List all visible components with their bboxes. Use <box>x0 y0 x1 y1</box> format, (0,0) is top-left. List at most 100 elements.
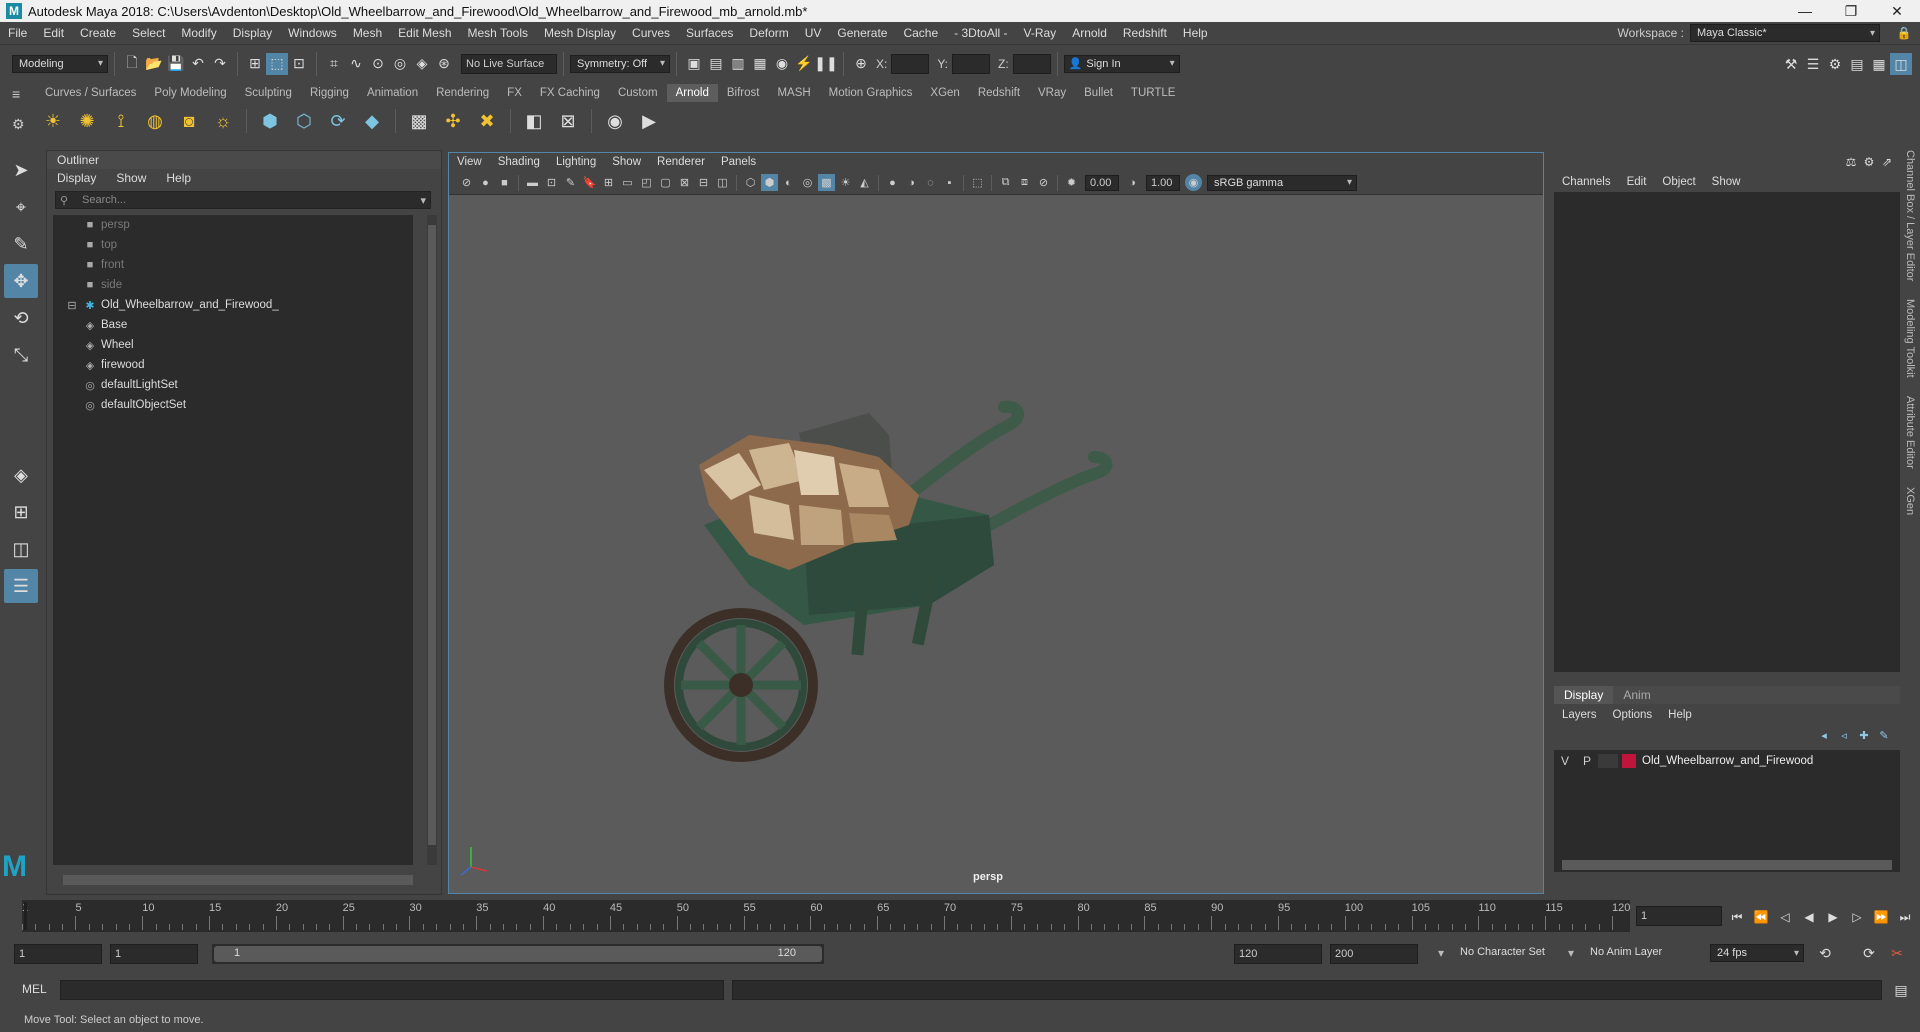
select-object-icon[interactable]: ⬚ <box>266 52 288 75</box>
xray-components-icon[interactable]: ⊘ <box>1035 174 1052 191</box>
channel-box-area[interactable] <box>1554 192 1900 672</box>
channel-menu-show[interactable]: Show <box>1704 176 1749 188</box>
photometric-light-icon[interactable]: ⟟ <box>107 107 135 135</box>
image-plane-icon[interactable]: ▬ <box>524 174 541 191</box>
menu-file[interactable]: File <box>0 26 35 40</box>
menu-select[interactable]: Select <box>124 26 173 40</box>
open-scene-icon[interactable]: 📂 <box>143 53 165 75</box>
scale-tool-icon[interactable]: ⤡ <box>4 338 38 372</box>
animation-end-field[interactable]: 200 <box>1330 944 1418 964</box>
menu-uv[interactable]: UV <box>797 26 830 40</box>
outliner-menu-help[interactable]: Help <box>156 171 201 185</box>
restore-button[interactable]: ❐ <box>1828 0 1874 22</box>
undo-icon[interactable]: ↶ <box>187 53 209 75</box>
outliner-item-firewood[interactable]: ◈ firewood <box>53 355 413 375</box>
safe-title-icon[interactable]: ◫ <box>714 174 731 191</box>
four-view-layout-icon[interactable]: ⊞ <box>4 495 38 529</box>
ipr-render-icon[interactable]: ▥ <box>727 53 749 75</box>
render-frame-icon[interactable]: ▤ <box>705 53 727 75</box>
select-tool-icon[interactable]: ➤ <box>4 153 38 187</box>
lasso-tool-icon[interactable]: ⌖ <box>4 190 38 224</box>
aov-icon[interactable]: ⊠ <box>554 107 582 135</box>
default-material-icon[interactable]: ◐ <box>780 174 797 191</box>
animation-start-field[interactable]: 1 <box>14 944 102 964</box>
pause-icon[interactable]: ❚❚ <box>814 53 837 75</box>
layer-menu-help[interactable]: Help <box>1660 709 1700 721</box>
field-chart-icon[interactable]: ⊠ <box>676 174 693 191</box>
outliner-item-group[interactable]: ⊟ ✱ Old_Wheelbarrow_and_Firewood_ <box>53 295 413 315</box>
viewport-menu-shading[interactable]: Shading <box>490 156 548 168</box>
new-layer-selected-icon[interactable]: ✎ <box>1874 726 1894 744</box>
outliner-item-base[interactable]: ◈ Base <box>53 315 413 335</box>
arnold-render-icon[interactable]: ⚡ <box>793 53 815 75</box>
layer-horizontal-scrollbar[interactable] <box>1562 860 1892 870</box>
paint-select-tool-icon[interactable]: ✎ <box>4 227 38 261</box>
minimize-button[interactable]: — <box>1782 0 1828 22</box>
menu-arnold[interactable]: Arnold <box>1064 26 1115 40</box>
gamma-field[interactable]: 1.00 <box>1146 174 1180 191</box>
xray-icon[interactable]: ⧉ <box>997 174 1014 191</box>
go-to-end-icon[interactable]: ⏭ <box>1894 906 1916 928</box>
lock-icon[interactable]: 🔒 <box>1896 22 1912 44</box>
side-tab-xgen[interactable]: XGen <box>1904 487 1916 515</box>
menu-mesh-tools[interactable]: Mesh Tools <box>460 26 536 40</box>
loop-icon[interactable]: ⟲ <box>1814 942 1836 964</box>
curve-collector-icon[interactable]: ⟳ <box>324 107 352 135</box>
color-management-icon[interactable]: ◉ <box>1185 174 1202 191</box>
menu-deform[interactable]: Deform <box>741 26 796 40</box>
channel-menu-channels[interactable]: Channels <box>1554 176 1619 188</box>
live-surface-field[interactable]: No Live Surface <box>461 53 557 74</box>
play-forwards-icon[interactable]: ▶ <box>1822 906 1844 928</box>
channel-menu-object[interactable]: Object <box>1654 176 1703 188</box>
time-ruler[interactable]: 1510152025303540455055606570758085909510… <box>22 900 1630 932</box>
shelf-settings-icon[interactable]: ⚙ <box>12 116 32 133</box>
anim-layer-select[interactable]: No Anim Layer <box>1590 946 1662 958</box>
outliner-toggle-icon[interactable]: ▦ <box>1868 53 1890 75</box>
wireframe-on-shaded-icon[interactable]: ◎ <box>799 174 816 191</box>
menu-windows[interactable]: Windows <box>280 26 345 40</box>
shelf-tab-xgen[interactable]: XGen <box>921 84 968 102</box>
collapse-icon[interactable]: ⊟ <box>65 299 79 312</box>
shelf-tab-custom[interactable]: Custom <box>609 84 667 102</box>
command-input[interactable] <box>60 980 724 1000</box>
channel-box-pin-icon[interactable]: ⇗ <box>1878 154 1896 170</box>
menu-help[interactable]: Help <box>1175 26 1216 40</box>
layer-color-swatch[interactable] <box>1622 754 1636 768</box>
depth-of-field-icon[interactable]: ▪ <box>941 174 958 191</box>
outliner-item-side[interactable]: ■ side <box>53 275 413 295</box>
layer-editor-toggle-icon[interactable]: ◫ <box>1890 53 1912 75</box>
shelf-tab-bullet[interactable]: Bullet <box>1075 84 1122 102</box>
two-view-layout-icon[interactable]: ◫ <box>4 532 38 566</box>
outliner-menu-display[interactable]: Display <box>47 171 106 185</box>
textured-icon[interactable]: ▩ <box>818 174 835 191</box>
render-view-shelf-icon[interactable]: ◉ <box>601 107 629 135</box>
snap-vertex-icon[interactable]: ⊛ <box>433 53 455 75</box>
render-settings-icon[interactable]: ▦ <box>749 53 771 75</box>
tool-settings-icon[interactable]: ⚙ <box>1824 53 1846 75</box>
channel-box-settings-icon[interactable]: ⚙ <box>1860 154 1878 170</box>
shelf-tab-redshift[interactable]: Redshift <box>969 84 1029 102</box>
wireframe-icon[interactable]: ⬡ <box>742 174 759 191</box>
move-tool-icon[interactable]: ✥ <box>4 264 38 298</box>
shelf-tab-curves-surfaces[interactable]: Curves / Surfaces <box>36 84 145 102</box>
shelf-tab-rigging[interactable]: Rigging <box>301 84 358 102</box>
menu-redshift[interactable]: Redshift <box>1115 26 1175 40</box>
transform-mode-icon[interactable]: ⊕ <box>850 53 872 75</box>
shadows-icon[interactable]: ◭ <box>856 174 873 191</box>
shelf-tab-fx[interactable]: FX <box>498 84 531 102</box>
layer-reference-toggle[interactable] <box>1598 754 1618 768</box>
chevron-down-icon[interactable]: ▾ <box>420 194 426 207</box>
channel-box-toggle-icon[interactable]: ▤ <box>1846 53 1868 75</box>
layer-menu-layers[interactable]: Layers <box>1554 709 1605 721</box>
select-hierarchy-icon[interactable]: ⊞ <box>244 53 266 75</box>
render-view-icon[interactable]: ▣ <box>683 53 705 75</box>
move-layer-down-icon[interactable]: ◃ <box>1834 726 1854 744</box>
viewport-menu-lighting[interactable]: Lighting <box>548 156 604 168</box>
render-sequence-icon[interactable]: ▶ <box>635 107 663 135</box>
shelf-tab-sculpting[interactable]: Sculpting <box>236 84 301 102</box>
playback-end-field[interactable]: 120 <box>1234 944 1322 964</box>
outliner-item-top[interactable]: ■ top <box>53 235 413 255</box>
outliner-layout-icon[interactable]: ☰ <box>4 569 38 603</box>
current-frame-field[interactable]: 1 <box>1636 906 1722 926</box>
range-bar[interactable]: 1 120 <box>212 944 824 964</box>
